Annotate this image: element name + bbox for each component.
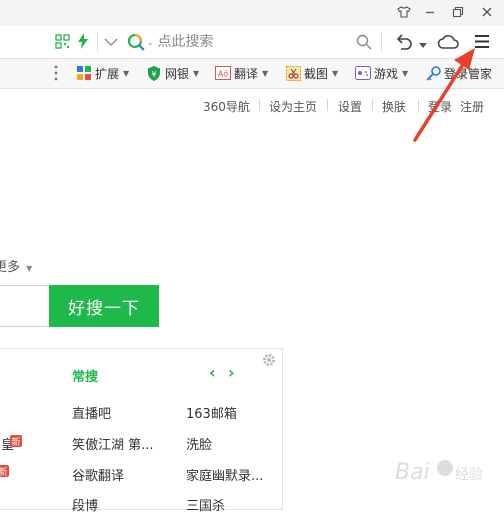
hot-item[interactable]: 段博 — [72, 495, 98, 514]
svg-text:¥: ¥ — [151, 70, 156, 79]
ext-extensions[interactable]: 扩展 ▼ — [76, 64, 129, 82]
shield-icon: ¥ — [146, 65, 162, 81]
link-360-nav[interactable]: 360导航 — [203, 98, 250, 115]
restore-button[interactable] — [444, 0, 472, 24]
panel-title: 常搜 — [72, 370, 99, 385]
chevron-down-icon[interactable] — [104, 36, 118, 50]
ext-games[interactable]: 游戏 ▼ — [355, 64, 408, 82]
hot-search-panel — [0, 348, 283, 510]
svg-text:Aö: Aö — [218, 70, 228, 79]
search-engine-logo-icon — [127, 33, 145, 51]
search-box[interactable]: ⌄ — [126, 31, 356, 53]
divider — [372, 99, 373, 111]
hot-item[interactable]: 笑傲江湖 第... — [72, 434, 154, 453]
ext-label: 扩展 — [95, 66, 120, 81]
qr-code-icon[interactable] — [55, 34, 70, 52]
new-badge: 新 — [10, 435, 22, 448]
hot-item[interactable]: 谷歌翻译 — [72, 465, 124, 484]
skin-shirt-icon[interactable] — [390, 0, 418, 24]
link-settings[interactable]: 设置 — [338, 98, 362, 115]
divider — [327, 99, 328, 111]
more-label: 更多 — [0, 260, 21, 275]
divider — [259, 99, 260, 111]
lightning-icon[interactable] — [77, 33, 89, 52]
hot-item[interactable]: 洗脸 — [186, 434, 212, 453]
ext-label: 网银 — [165, 66, 190, 81]
caret-down-icon: ▼ — [26, 264, 33, 273]
chevron-down-icon: ▼ — [262, 68, 269, 78]
gear-icon[interactable] — [262, 353, 276, 370]
search-input[interactable] — [153, 34, 356, 50]
chevron-down-icon: ▼ — [123, 68, 130, 78]
ext-label: 翻译 — [234, 66, 259, 81]
grid-icon — [76, 65, 92, 81]
hot-item[interactable]: 三国杀 — [186, 495, 225, 514]
engine-dropdown-icon[interactable]: ⌄ — [147, 38, 154, 47]
main-search-input[interactable] — [0, 285, 48, 327]
ext-translate[interactable]: Aö 翻译 ▼ — [215, 64, 268, 82]
annotation-arrow — [413, 48, 475, 142]
link-change-skin[interactable]: 换肤 — [382, 98, 406, 115]
divider — [97, 32, 98, 52]
minimize-button[interactable] — [416, 0, 444, 24]
ext-label: 截图 — [304, 66, 329, 81]
gamepad-icon — [355, 65, 371, 81]
link-set-homepage[interactable]: 设为主页 — [269, 98, 317, 115]
ext-label: 游戏 — [374, 66, 399, 81]
drag-handle-icon[interactable] — [54, 65, 58, 84]
svg-text:Bai: Bai — [395, 460, 430, 485]
close-button[interactable] — [473, 0, 501, 24]
search-icon[interactable] — [356, 34, 372, 53]
new-badge: 新 — [0, 465, 9, 478]
ext-ebank[interactable]: ¥ 网银 ▼ — [146, 64, 199, 82]
more-link[interactable]: 更多 ▼ — [0, 256, 32, 275]
prev-arrow-icon[interactable]: ‹ — [209, 363, 216, 382]
hot-item[interactable]: 163邮箱 — [186, 403, 237, 422]
baidu-watermark-logo: Bai 经验 — [395, 460, 483, 485]
chevron-down-icon: ▼ — [332, 68, 339, 78]
divider — [381, 32, 382, 52]
translate-icon: Aö — [215, 65, 231, 81]
scissors-icon — [285, 65, 301, 81]
ext-screenshot[interactable]: 截图 ▼ — [285, 64, 338, 82]
chevron-down-icon: ▼ — [193, 68, 200, 78]
hot-item[interactable]: 直播吧 — [72, 403, 111, 422]
search-button[interactable]: 好搜一下 — [49, 285, 159, 327]
next-arrow-icon[interactable]: › — [228, 363, 235, 382]
hot-item[interactable]: 家庭幽默录... — [186, 465, 263, 484]
svg-text:经验: 经验 — [455, 467, 483, 483]
